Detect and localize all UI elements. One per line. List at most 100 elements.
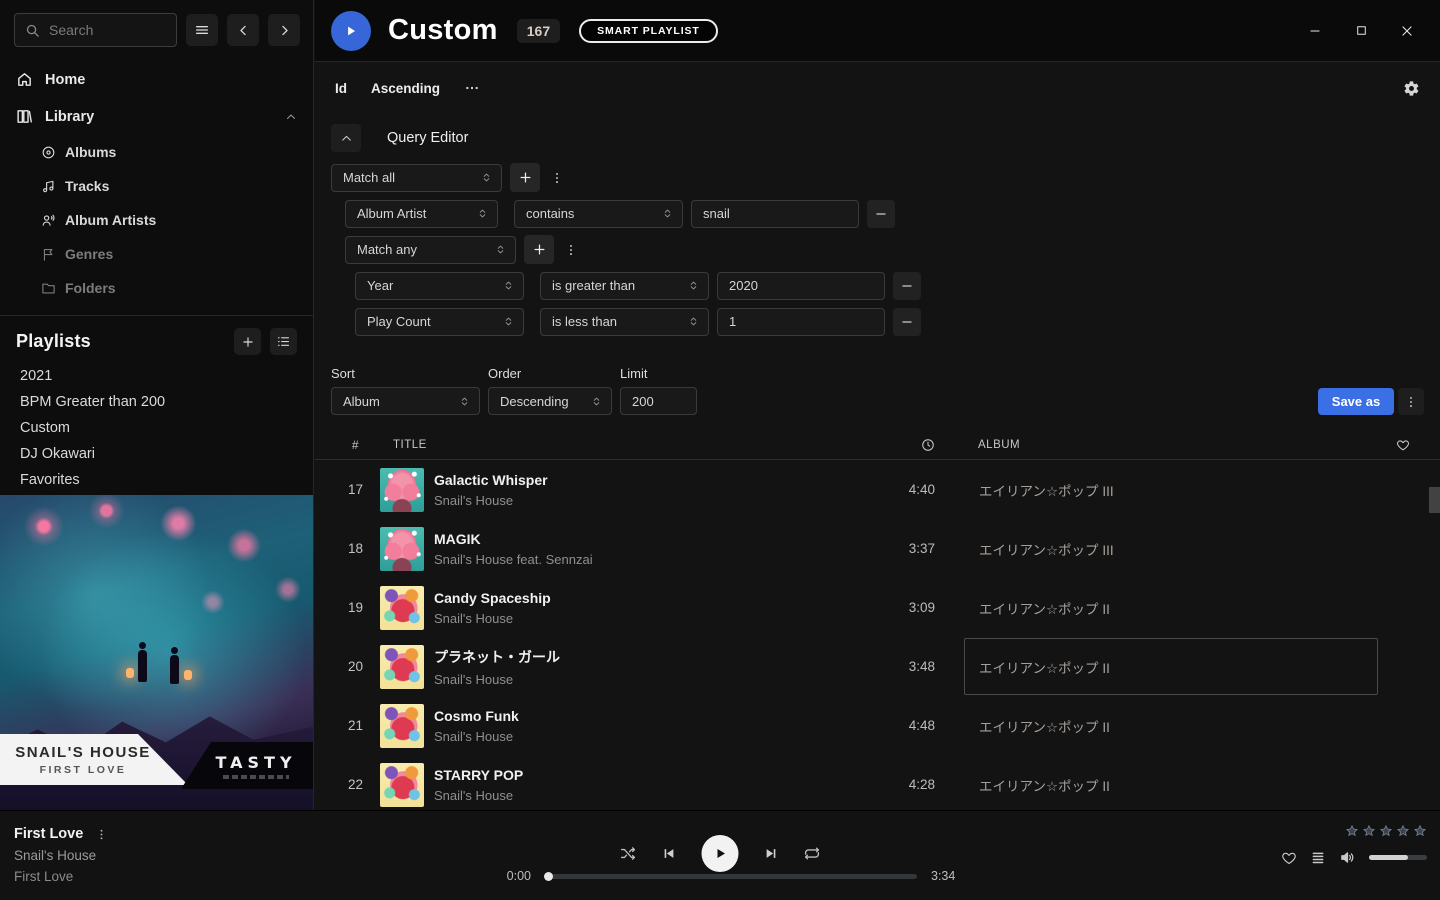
query-editor-collapse-button[interactable]: [331, 124, 361, 152]
playlist-item[interactable]: 2021: [20, 363, 297, 389]
shuffle-button[interactable]: [620, 845, 637, 862]
star-icon[interactable]: [1345, 824, 1359, 838]
playlist-item[interactable]: Favorites: [20, 467, 297, 493]
remove-rule-button[interactable]: [893, 272, 921, 300]
window-close-button[interactable]: [1396, 20, 1418, 42]
save-as-button[interactable]: Save as: [1318, 388, 1394, 415]
sidebar-item-library[interactable]: Library: [0, 98, 313, 135]
group-options-button[interactable]: [562, 243, 580, 257]
track-artist[interactable]: Snail's House: [434, 729, 807, 744]
queue-button[interactable]: [1310, 850, 1326, 866]
sort-field-button[interactable]: Id: [335, 81, 347, 96]
track-title[interactable]: Candy Spaceship: [434, 590, 807, 606]
column-album[interactable]: ALBUM: [964, 439, 1378, 451]
track-artist[interactable]: Snail's House: [434, 788, 807, 803]
playlist-item[interactable]: DJ Okawari: [20, 441, 297, 467]
rule-operator-select[interactable]: is less than: [540, 308, 709, 336]
column-title[interactable]: TITLE: [380, 439, 807, 451]
repeat-button[interactable]: [804, 845, 821, 862]
rule-field-select[interactable]: Album Artist: [345, 200, 498, 228]
track-album[interactable]: エイリアン☆ポップ II: [964, 638, 1378, 695]
window-minimize-button[interactable]: [1304, 20, 1326, 42]
star-icon[interactable]: [1396, 824, 1410, 838]
track-artist[interactable]: Snail's House: [434, 672, 807, 687]
window-maximize-button[interactable]: [1350, 20, 1372, 42]
now-playing-options-button[interactable]: [95, 828, 108, 841]
table-row[interactable]: 22 STARRY POP Snail's House 4:28 エイリアン☆ポ…: [315, 755, 1440, 814]
table-row[interactable]: 21 Cosmo Funk Snail's House 4:48 エイリアン☆ポ…: [315, 696, 1440, 755]
rule-operator-select[interactable]: contains: [514, 200, 683, 228]
seek-handle[interactable]: [544, 872, 553, 881]
playlist-item[interactable]: Custom: [20, 415, 297, 441]
sort-direction-button[interactable]: Ascending: [371, 81, 440, 96]
manage-playlists-button[interactable]: [270, 328, 297, 355]
remove-rule-button[interactable]: [893, 308, 921, 336]
next-track-button[interactable]: [764, 846, 779, 861]
now-playing-artist[interactable]: Snail's House: [14, 848, 108, 863]
menu-button[interactable]: [186, 14, 218, 46]
track-title[interactable]: STARRY POP: [434, 767, 807, 783]
query-sort-select[interactable]: Album: [331, 387, 480, 415]
track-album[interactable]: エイリアン☆ポップ II: [964, 697, 1378, 754]
search-box[interactable]: [14, 13, 177, 47]
match-type-select[interactable]: Match any: [345, 236, 516, 264]
rule-value-input[interactable]: [691, 200, 859, 228]
table-row[interactable]: 17 Galactic Whisper Snail's House 4:40 エ…: [315, 460, 1440, 519]
seek-bar[interactable]: [545, 874, 917, 879]
previous-track-button[interactable]: [662, 846, 677, 861]
query-limit-input[interactable]: [620, 387, 697, 415]
track-album[interactable]: エイリアン☆ポップ II: [964, 579, 1378, 636]
volume-button[interactable]: [1339, 849, 1356, 866]
favorite-button[interactable]: [1281, 850, 1297, 866]
star-icon[interactable]: [1413, 824, 1427, 838]
now-playing-title[interactable]: First Love: [14, 826, 83, 842]
column-favorite[interactable]: [1378, 438, 1440, 452]
rule-operator-select[interactable]: is greater than: [540, 272, 709, 300]
sidebar-item-folders[interactable]: Folders: [0, 271, 313, 305]
add-rule-button[interactable]: [524, 235, 554, 264]
volume-slider[interactable]: [1369, 855, 1427, 860]
track-artist[interactable]: Snail's House: [434, 611, 807, 626]
scrollbar-thumb[interactable]: [1429, 487, 1440, 513]
star-icon[interactable]: [1362, 824, 1376, 838]
table-row[interactable]: 18 MAGIK Snail's House feat. Sennzai 3:3…: [315, 519, 1440, 578]
table-row[interactable]: 19 Candy Spaceship Snail's House 3:09 エイ…: [315, 578, 1440, 637]
play-pause-button[interactable]: [702, 835, 739, 872]
column-duration[interactable]: [807, 438, 941, 452]
rule-value-input[interactable]: [717, 272, 885, 300]
track-title[interactable]: Galactic Whisper: [434, 472, 807, 488]
track-album[interactable]: エイリアン☆ポップ III: [964, 461, 1378, 518]
sidebar-item-albums[interactable]: Albums: [0, 135, 313, 169]
nav-forward-button[interactable]: [268, 14, 300, 46]
playlist-item[interactable]: BPM Greater than 200: [20, 389, 297, 415]
collapse-chevron-icon[interactable]: [285, 111, 297, 123]
remove-rule-button[interactable]: [867, 200, 895, 228]
sidebar-item-home[interactable]: Home: [0, 61, 313, 98]
rule-value-input[interactable]: [717, 308, 885, 336]
track-album[interactable]: エイリアン☆ポップ III: [964, 520, 1378, 577]
query-order-select[interactable]: Descending: [488, 387, 612, 415]
track-title[interactable]: MAGIK: [434, 531, 807, 547]
sidebar-item-genres[interactable]: Genres: [0, 237, 313, 271]
table-row[interactable]: 20 プラネット・ガール Snail's House 3:48 エイリアン☆ポッ…: [315, 637, 1440, 696]
column-number[interactable]: #: [331, 438, 380, 452]
group-options-button[interactable]: [548, 171, 566, 185]
add-rule-button[interactable]: [510, 163, 540, 192]
track-artist[interactable]: Snail's House feat. Sennzai: [434, 552, 807, 567]
track-title[interactable]: Cosmo Funk: [434, 708, 807, 724]
nav-back-button[interactable]: [227, 14, 259, 46]
search-input[interactable]: [49, 22, 166, 38]
sidebar-item-tracks[interactable]: Tracks: [0, 169, 313, 203]
add-playlist-button[interactable]: [234, 328, 261, 355]
more-options-button[interactable]: [464, 80, 480, 96]
track-artist[interactable]: Snail's House: [434, 493, 807, 508]
track-title[interactable]: プラネット・ガール: [434, 647, 807, 667]
play-playlist-button[interactable]: [331, 11, 371, 51]
match-type-select[interactable]: Match all: [331, 164, 502, 192]
rule-field-select[interactable]: Year: [355, 272, 524, 300]
settings-button[interactable]: [1403, 80, 1420, 97]
star-icon[interactable]: [1379, 824, 1393, 838]
now-playing-album-art[interactable]: SNAIL'S HOUSE FIRST LOVE TASTY: [0, 495, 313, 810]
save-options-button[interactable]: [1398, 388, 1424, 415]
now-playing-album[interactable]: First Love: [14, 869, 108, 884]
